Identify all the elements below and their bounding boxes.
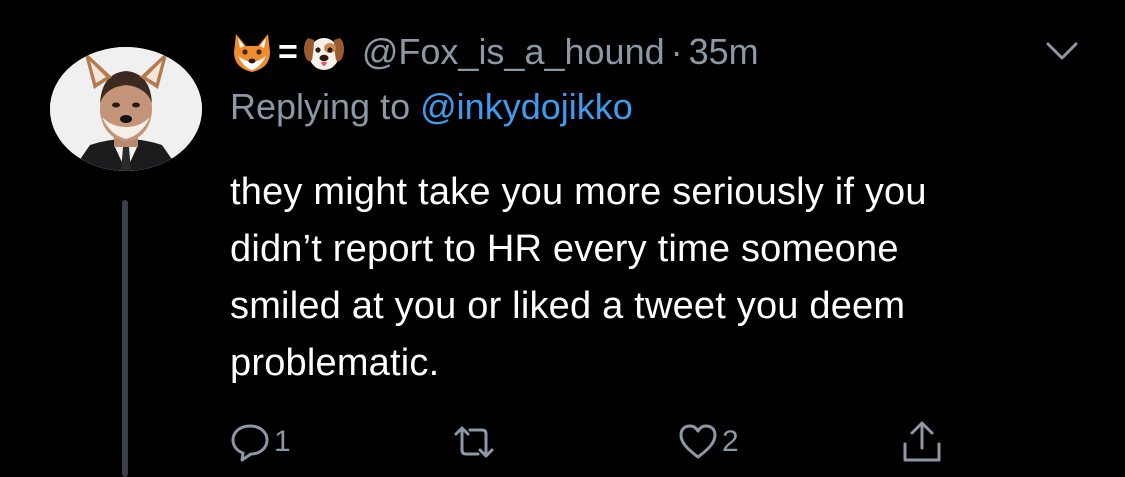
thread-line xyxy=(122,200,128,477)
replying-prefix: Replying to xyxy=(230,86,411,127)
replying-to: Replying to @inkydojikko xyxy=(230,86,633,128)
separator-dot: · xyxy=(670,31,683,72)
share-button[interactable] xyxy=(900,418,944,466)
retweet-button[interactable] xyxy=(452,418,500,466)
tweet-actions: 1 2 xyxy=(230,418,990,466)
replying-mention-link[interactable]: @inkydojikko xyxy=(420,86,633,127)
reply-count: 1 xyxy=(274,425,291,458)
tweet-text-line: they might take you more seriously if yo… xyxy=(230,171,927,213)
chevron-down-icon[interactable] xyxy=(1040,36,1084,66)
like-button[interactable]: 2 xyxy=(678,418,739,466)
tweet-text-line: didn’t report to HR every time someone xyxy=(230,228,899,270)
share-icon xyxy=(900,418,944,466)
equals-sign: = xyxy=(278,32,298,71)
retweet-icon xyxy=(452,422,496,462)
tweet-timestamp[interactable]: 35m xyxy=(689,31,759,73)
avatar[interactable] xyxy=(50,47,202,171)
tweet-header: = @Fox_is_a_hound · 35m xyxy=(230,22,759,82)
dog-face-icon xyxy=(302,30,346,74)
fox-face-icon xyxy=(230,30,274,74)
tweet-text-line: problematic. xyxy=(230,342,440,384)
like-icon xyxy=(678,422,718,462)
tweet-text-line: smiled at you or liked a tweet you deem xyxy=(230,285,906,327)
tweet-text: they might take you more seriously if yo… xyxy=(230,164,1090,392)
like-count: 2 xyxy=(722,425,739,458)
reply-button[interactable]: 1 xyxy=(230,418,291,466)
avatar-image xyxy=(50,47,202,171)
author-handle[interactable]: @Fox_is_a_hound xyxy=(362,31,665,73)
reply-icon xyxy=(230,422,270,462)
tweet[interactable]: = @Fox_is_a_hound · 35m Replying to @ink… xyxy=(0,0,1125,477)
